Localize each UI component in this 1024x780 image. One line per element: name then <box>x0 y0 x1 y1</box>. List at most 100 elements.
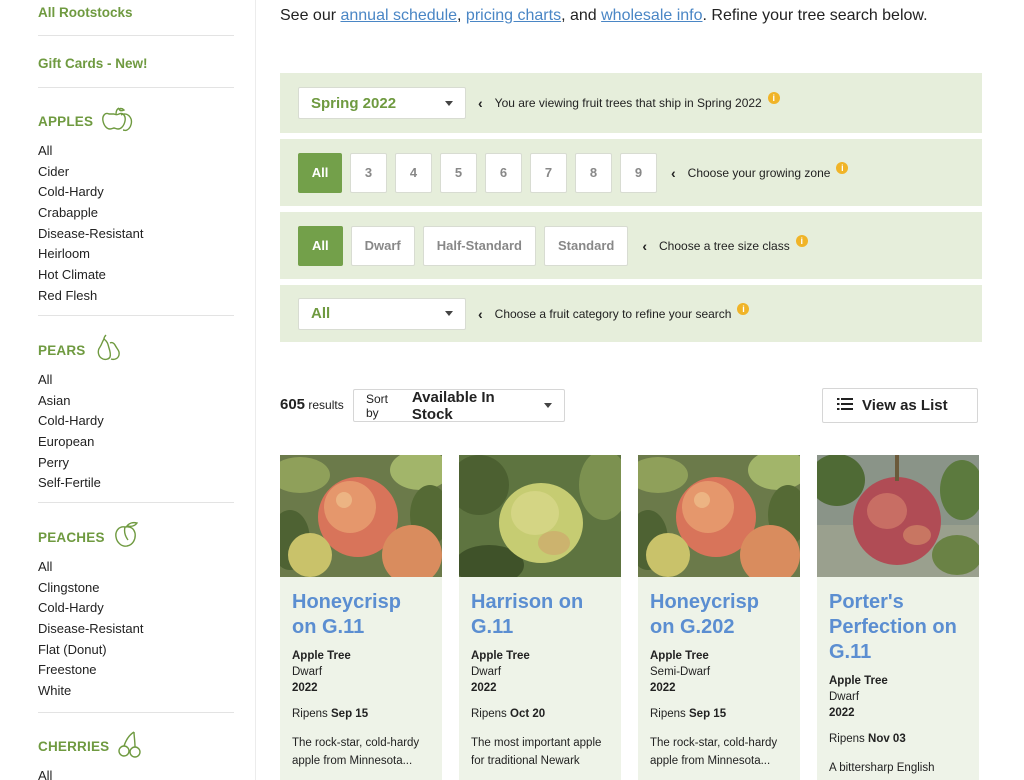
category-item[interactable]: Red Flesh <box>38 286 238 307</box>
peach-icon <box>113 521 141 554</box>
size-button-dwarf[interactable]: Dwarf <box>350 225 415 266</box>
sort-value: Available In Stock <box>411 388 495 423</box>
category-item[interactable]: All <box>38 766 238 780</box>
category-cherries: CHERRIES All <box>38 730 238 780</box>
category-item[interactable]: Flat (Donut) <box>38 640 238 661</box>
product-image[interactable] <box>280 455 442 577</box>
product-name[interactable]: Honeycrisp on G.202 <box>650 590 788 640</box>
product-image[interactable] <box>459 455 621 577</box>
intro-suffix: . Refine your tree search below. <box>702 7 928 24</box>
size-button-standard[interactable]: Standard <box>543 225 629 266</box>
product-name[interactable]: Harrison on G.11 <box>471 590 609 640</box>
category-item[interactable]: All <box>38 141 238 162</box>
size-button-group: All Dwarf Half-Standard Standard <box>298 225 629 266</box>
season-select[interactable]: Spring 2022 <box>298 87 466 119</box>
category-item[interactable]: Cold-Hardy <box>38 598 238 619</box>
category-item[interactable]: Heirloom <box>38 244 238 265</box>
product-name[interactable]: Honeycrisp on G.11 <box>292 590 430 640</box>
intro-separator: , and <box>561 7 602 24</box>
category-select[interactable]: All <box>298 297 466 330</box>
category-item[interactable]: Cold-Hardy <box>38 182 238 203</box>
sidebar: All Rootstocks Gift Cards - New! APPLES … <box>0 0 256 780</box>
category-item[interactable]: European <box>38 432 238 453</box>
zone-button-8[interactable]: 8 <box>575 152 612 193</box>
chevron-left-icon: ‹ <box>642 237 647 254</box>
category-item[interactable]: Perry <box>38 453 238 474</box>
category-title[interactable]: APPLES <box>38 114 93 129</box>
category-pears: PEARS All Asian Cold-Hardy European Perr… <box>38 334 238 494</box>
product-name[interactable]: Porter's Perfection on G.11 <box>829 590 967 665</box>
view-as-list-label: View as List <box>862 397 948 414</box>
category-item[interactable]: Crabapple <box>38 203 238 224</box>
size-button-half-standard[interactable]: Half-Standard <box>422 225 536 266</box>
category-item[interactable]: All <box>38 370 238 391</box>
pricing-charts-link[interactable]: pricing charts <box>466 7 561 24</box>
category-title[interactable]: CHERRIES <box>38 739 109 754</box>
info-icon[interactable]: i <box>795 234 808 247</box>
category-item[interactable]: White <box>38 681 238 702</box>
caret-down-icon <box>445 100 453 106</box>
zone-button-4[interactable]: 4 <box>395 152 432 193</box>
category-item[interactable]: All <box>38 557 238 578</box>
chevron-left-icon: ‹ <box>478 95 483 111</box>
product-card[interactable]: Porter's Perfection on G.11 Apple Tree D… <box>817 455 979 780</box>
view-as-list-button[interactable]: View as List <box>822 388 978 423</box>
size-filter-row: All Dwarf Half-Standard Standard ‹ Choos… <box>280 212 982 279</box>
zone-button-5[interactable]: 5 <box>440 152 477 193</box>
product-size: Dwarf <box>829 691 860 703</box>
results-count: 605 results <box>280 396 344 413</box>
gift-cards-link[interactable]: Gift Cards - New! <box>38 56 148 71</box>
season-select-value: Spring 2022 <box>311 94 397 112</box>
product-card[interactable]: Honeycrisp on G.202 Apple Tree Semi-Dwar… <box>638 455 800 780</box>
product-type: Apple Tree <box>292 650 351 662</box>
info-icon[interactable]: i <box>737 302 750 315</box>
zone-button-9[interactable]: 9 <box>620 152 657 193</box>
ripens-label: Ripens <box>292 708 328 720</box>
product-card[interactable]: Honeycrisp on G.11 Apple Tree Dwarf 2022… <box>280 455 442 780</box>
product-type: Apple Tree <box>829 675 888 687</box>
sidebar-divider <box>38 35 234 36</box>
size-hint-text: Choose a tree size class <box>659 238 790 253</box>
product-card[interactable]: Harrison on G.11 Apple Tree Dwarf 2022 R… <box>459 455 621 780</box>
product-image[interactable] <box>817 455 979 577</box>
intro-prefix: See our <box>280 7 341 24</box>
all-rootstocks-link[interactable]: All Rootstocks <box>38 5 133 20</box>
pear-icon <box>94 334 124 367</box>
product-ripens: Ripens Sep 15 <box>650 708 788 720</box>
category-item[interactable]: Clingstone <box>38 578 238 599</box>
sidebar-divider <box>38 712 234 713</box>
info-icon[interactable]: i <box>767 92 780 104</box>
category-peaches: PEACHES All Clingstone Cold-Hardy Diseas… <box>38 521 238 702</box>
category-item[interactable]: Hot Climate <box>38 265 238 286</box>
zone-button-7[interactable]: 7 <box>530 152 567 193</box>
zone-button-6[interactable]: 6 <box>485 152 522 193</box>
caret-down-icon <box>445 311 453 316</box>
category-item[interactable]: Freestone <box>38 660 238 681</box>
product-image[interactable] <box>638 455 800 577</box>
category-item[interactable]: Cold-Hardy <box>38 411 238 432</box>
category-item[interactable]: Asian <box>38 391 238 412</box>
wholesale-info-link[interactable]: wholesale info <box>601 7 702 24</box>
results-number: 605 <box>280 396 306 413</box>
sort-select[interactable]: Sort by Available In Stock <box>353 388 565 423</box>
product-ripens: Ripens Sep 15 <box>292 708 430 720</box>
chevron-left-icon: ‹ <box>671 164 676 181</box>
zone-hint: ‹ Choose your growing zone i <box>671 161 849 181</box>
zone-button-all[interactable]: All <box>298 152 342 193</box>
category-item[interactable]: Disease-Resistant <box>38 224 238 245</box>
category-item[interactable]: Disease-Resistant <box>38 619 238 640</box>
annual-schedule-link[interactable]: annual schedule <box>340 7 457 24</box>
category-title[interactable]: PEACHES <box>38 530 105 545</box>
category-item[interactable]: Cider <box>38 162 238 183</box>
category-item[interactable]: Self-Fertile <box>38 473 238 494</box>
zone-button-3[interactable]: 3 <box>350 152 387 193</box>
size-button-all[interactable]: All <box>298 225 343 266</box>
season-hint-text: You are viewing fruit trees that ship in… <box>494 96 762 110</box>
product-year: 2022 <box>471 682 497 694</box>
category-title[interactable]: PEARS <box>38 343 86 358</box>
product-year: 2022 <box>292 682 318 694</box>
chevron-left-icon: ‹ <box>478 305 483 322</box>
product-type: Apple Tree <box>650 650 709 662</box>
info-icon[interactable]: i <box>836 161 849 174</box>
intro-separator: , <box>457 7 466 24</box>
